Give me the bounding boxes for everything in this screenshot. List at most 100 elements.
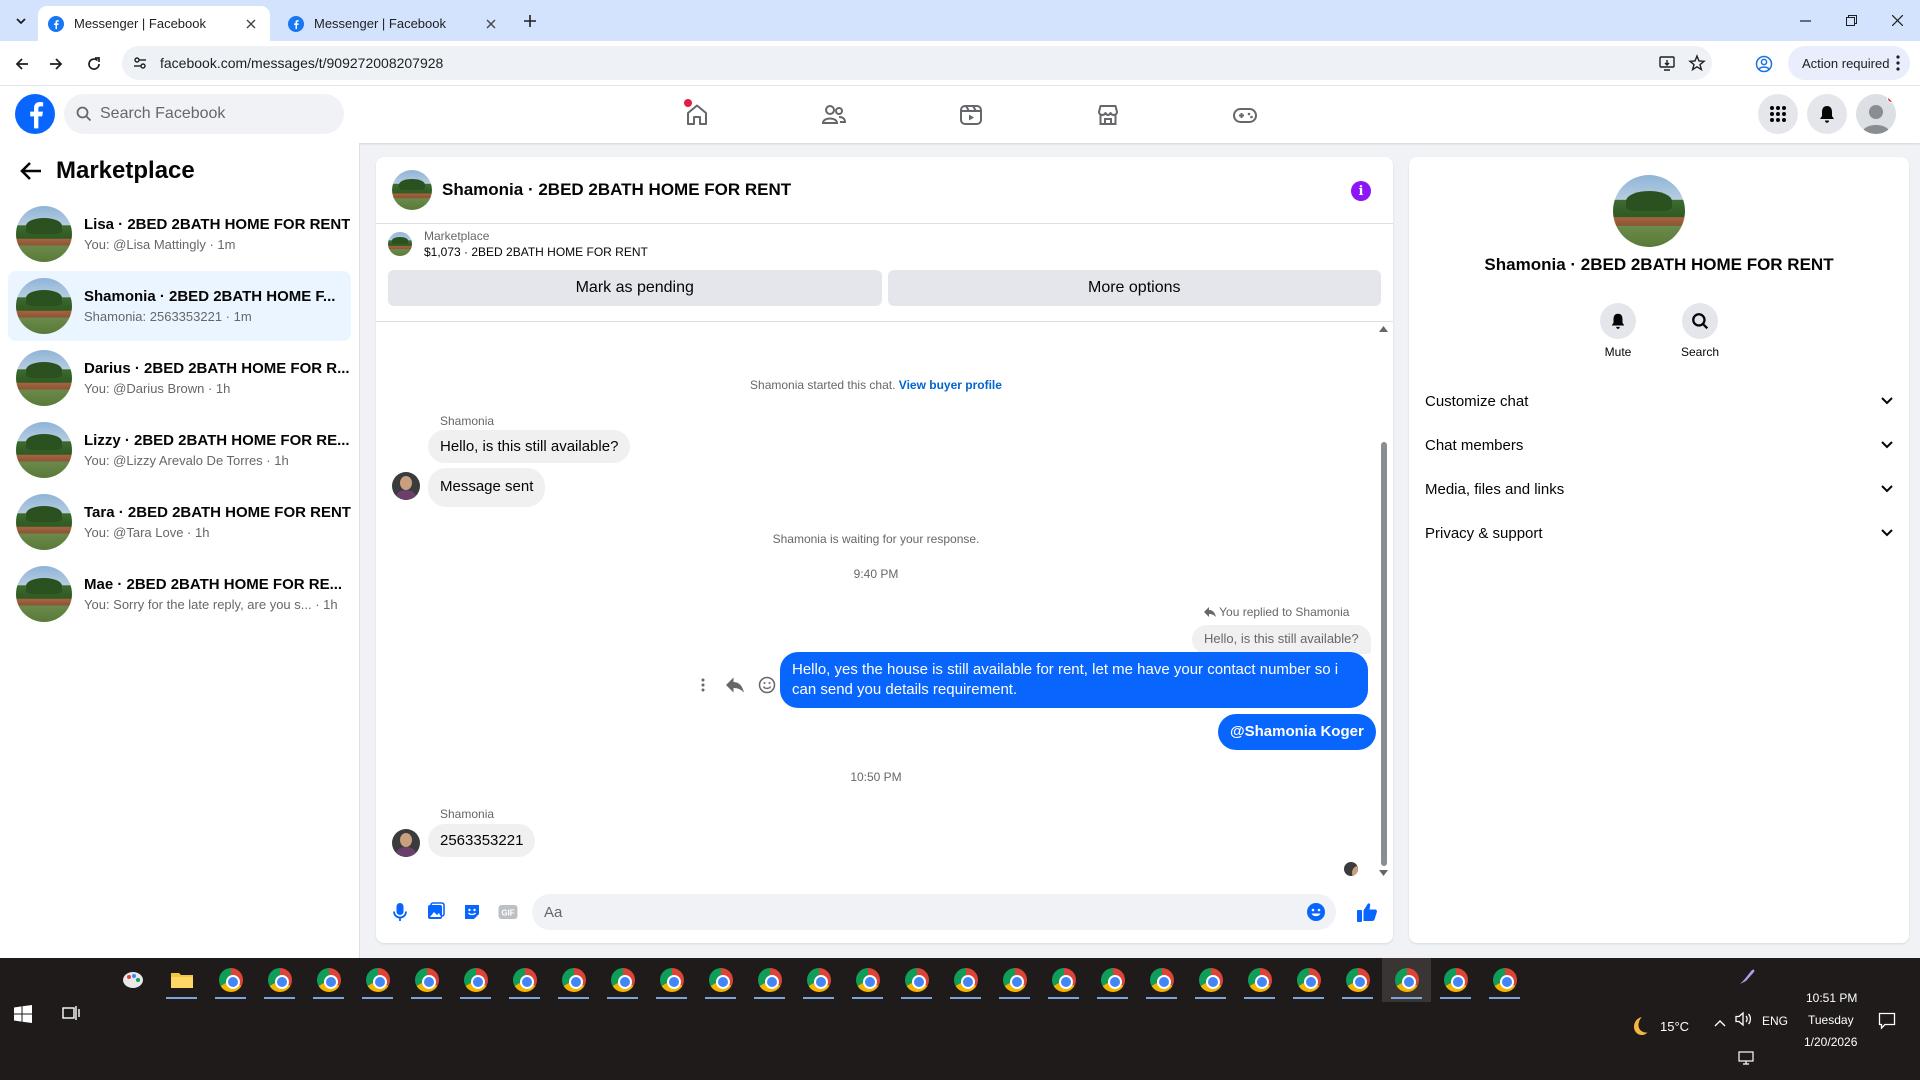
taskbar-chrome-window[interactable]: [892, 958, 941, 1002]
menu-button[interactable]: [1758, 94, 1798, 134]
taskbar-file-explorer[interactable]: [157, 958, 206, 1002]
pen-workspace-icon[interactable]: [1738, 968, 1756, 991]
chat-title[interactable]: Shamonia · 2BED 2BATH HOME FOR RENT: [442, 180, 791, 200]
reload-button[interactable]: [82, 52, 106, 76]
mute-button[interactable]: Mute: [1595, 303, 1641, 359]
sticker-icon[interactable]: [460, 900, 484, 924]
browser-tab-1[interactable]: Messenger | Facebook: [38, 6, 270, 41]
conversation-item-active[interactable]: Shamonia · 2BED 2BATH HOME F... Shamonia:…: [8, 271, 351, 341]
taskbar-chrome-window[interactable]: [647, 958, 696, 1002]
account-avatar[interactable]: [1856, 94, 1896, 134]
outgoing-message[interactable]: Hello, yes the house is still available …: [780, 652, 1368, 708]
photo-icon[interactable]: [424, 900, 448, 924]
customize-chat-section[interactable]: Customize chat: [1417, 379, 1901, 423]
clock-time[interactable]: 10:51 PM: [1806, 991, 1857, 1005]
reply-icon[interactable]: [726, 676, 744, 694]
message-input[interactable]: [544, 903, 1284, 921]
close-icon[interactable]: [482, 15, 500, 33]
conversation-item[interactable]: Lizzy · 2BED 2BATH HOME FOR RE... You: @L…: [8, 415, 351, 485]
url-bar[interactable]: facebook.com/messages/t/909272008207928: [122, 46, 1712, 80]
microphone-icon[interactable]: [388, 900, 412, 924]
install-app-icon[interactable]: [1652, 48, 1682, 78]
input-language[interactable]: ENG: [1762, 1014, 1788, 1028]
taskbar-chrome-window[interactable]: [1431, 958, 1480, 1002]
privacy-support-section[interactable]: Privacy & support: [1417, 511, 1901, 555]
taskbar-chrome-window[interactable]: [1382, 958, 1431, 1002]
forward-button[interactable]: [44, 52, 68, 76]
taskbar-chrome-window[interactable]: [1088, 958, 1137, 1002]
desktop-icon[interactable]: [1738, 1051, 1754, 1070]
listing-summary[interactable]: Marketplace $1,073 · 2BED 2BATH HOME FOR…: [376, 224, 1393, 264]
close-window-button[interactable]: [1874, 0, 1920, 41]
taskbar-chrome-window[interactable]: [745, 958, 794, 1002]
bookmark-star-icon[interactable]: [1682, 48, 1712, 78]
action-required-button[interactable]: Action required: [1788, 46, 1910, 80]
incoming-message[interactable]: 2563353221: [428, 824, 536, 857]
taskbar-chrome-window[interactable]: [1333, 958, 1382, 1002]
taskbar-chrome-window[interactable]: [500, 958, 549, 1002]
react-smiley-icon[interactable]: [758, 676, 776, 694]
clock-date[interactable]: 1/20/2026: [1804, 1035, 1857, 1049]
taskbar-chrome-window[interactable]: [1235, 958, 1284, 1002]
nav-home[interactable]: [628, 86, 765, 143]
show-hidden-icons[interactable]: [1714, 1014, 1726, 1032]
taskbar-chrome-window[interactable]: [353, 958, 402, 1002]
minimize-button[interactable]: [1782, 0, 1828, 41]
notification-center-button[interactable]: [1878, 1012, 1896, 1035]
clock-day[interactable]: Tuesday: [1808, 1013, 1854, 1027]
more-vertical-icon[interactable]: [694, 676, 712, 694]
emoji-icon[interactable]: [1304, 900, 1328, 924]
back-arrow-icon[interactable]: [18, 158, 44, 184]
quoted-message[interactable]: Hello, is this still available?: [1192, 625, 1371, 654]
thread-scrollbar[interactable]: [1376, 322, 1390, 882]
chat-avatar[interactable]: [392, 170, 432, 210]
incoming-message[interactable]: Message sent: [428, 468, 546, 507]
taskbar-chrome-window[interactable]: [1039, 958, 1088, 1002]
conversation-item[interactable]: Lisa · 2BED 2BATH HOME FOR RENT You: @Lis…: [8, 199, 351, 269]
taskbar-chrome-window[interactable]: [1186, 958, 1235, 1002]
nav-friends[interactable]: [765, 86, 902, 143]
notifications-button[interactable]: [1807, 94, 1847, 134]
view-buyer-profile-link[interactable]: View buyer profile: [899, 378, 1002, 392]
conversation-item[interactable]: Mae · 2BED 2BATH HOME FOR RE... You: Sorr…: [8, 559, 351, 629]
message-input-wrapper[interactable]: [532, 894, 1336, 930]
taskbar-chrome-window[interactable]: [696, 958, 745, 1002]
taskbar-chrome-window[interactable]: [255, 958, 304, 1002]
taskbar-chrome-window[interactable]: [451, 958, 500, 1002]
outgoing-mention-message[interactable]: @Shamonia Koger: [1218, 714, 1376, 750]
tab-search-button[interactable]: [10, 10, 32, 32]
taskbar-chrome-window[interactable]: [549, 958, 598, 1002]
media-files-links-section[interactable]: Media, files and links: [1417, 467, 1901, 511]
taskbar-chrome-window[interactable]: [1284, 958, 1333, 1002]
sender-avatar[interactable]: [392, 829, 420, 857]
scroll-thumb[interactable]: [1381, 442, 1387, 866]
taskbar-chrome-window[interactable]: [990, 958, 1039, 1002]
conversation-item[interactable]: Tara · 2BED 2BATH HOME FOR RENT You: @Tar…: [8, 487, 351, 557]
incoming-message[interactable]: Hello, is this still available?: [428, 430, 631, 463]
taskbar-chrome-window[interactable]: [941, 958, 990, 1002]
chat-members-section[interactable]: Chat members: [1417, 423, 1901, 467]
restore-button[interactable]: [1828, 0, 1874, 41]
sender-avatar[interactable]: [392, 472, 420, 500]
facebook-logo-icon[interactable]: [15, 94, 55, 134]
url-text[interactable]: facebook.com/messages/t/909272008207928: [160, 55, 1652, 71]
mark-as-pending-button[interactable]: Mark as pending: [388, 270, 882, 306]
new-tab-button[interactable]: [518, 9, 542, 33]
conversation-item[interactable]: Darius · 2BED 2BATH HOME FOR R... You: @D…: [8, 343, 351, 413]
weather-widget[interactable]: 15°C: [1628, 1015, 1689, 1037]
facebook-search[interactable]: [64, 94, 344, 134]
nav-gaming[interactable]: [1176, 86, 1313, 143]
taskbar-chrome-window[interactable]: [794, 958, 843, 1002]
gif-icon[interactable]: GIF: [496, 900, 520, 924]
taskbar-chrome-window[interactable]: [1480, 958, 1529, 1002]
taskbar-paint-app[interactable]: [108, 958, 157, 1002]
volume-icon[interactable]: [1734, 1011, 1752, 1032]
listing-photo-large[interactable]: [1613, 175, 1685, 247]
taskbar-chrome-window[interactable]: [1137, 958, 1186, 1002]
browser-profile-icon[interactable]: [1752, 52, 1776, 76]
info-icon[interactable]: i: [1351, 181, 1371, 201]
task-view-button[interactable]: [62, 1005, 84, 1027]
taskbar-chrome-window[interactable]: [598, 958, 647, 1002]
nav-marketplace[interactable]: [1039, 86, 1176, 143]
windows-start-button[interactable]: [14, 1005, 36, 1027]
